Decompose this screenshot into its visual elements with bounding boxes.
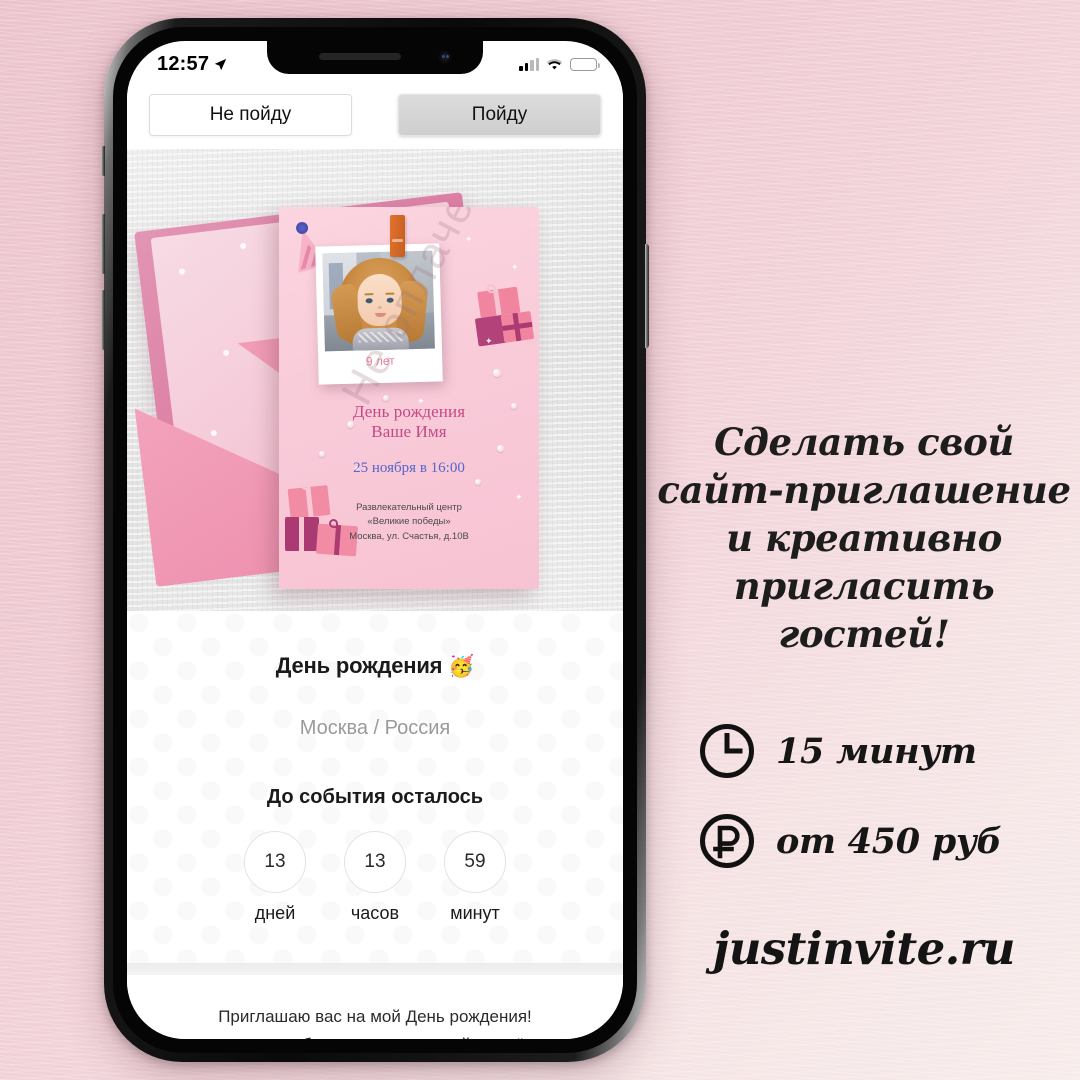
- promo-panel: Сделать свой сайт-приглашение и креативн…: [648, 0, 1080, 1080]
- countdown-item-hours: 13 часов: [341, 831, 409, 924]
- countdown-days-value: 13: [244, 831, 306, 893]
- card-title: День рождения Ваше Имя: [279, 402, 539, 441]
- promo-feature-price-text: от 450 руб: [776, 820, 1002, 862]
- earpiece-speaker: [319, 53, 401, 60]
- cellular-signal-icon: [519, 57, 539, 71]
- phone-screen: 12:57 Не пойду Пойду 9 лет ✦ ✦ ✦ ✦ ✦ ✦ Д…: [127, 41, 623, 1039]
- phone-device: 12:57 Не пойду Пойду 9 лет ✦ ✦ ✦ ✦ ✦ ✦ Д…: [101, 18, 649, 1062]
- battery-icon: [570, 57, 600, 71]
- ruble-icon: [700, 814, 754, 868]
- invitation-message-line2: С вами праздник будет ярче и веселей, а …: [161, 1031, 589, 1039]
- promo-feature-time: 15 минут: [698, 722, 977, 780]
- event-details-section: День рождения 🥳 Москва / Россия До событ…: [127, 611, 623, 963]
- promo-website-url[interactable]: justinvite.ru: [648, 922, 1080, 975]
- event-location: Москва / Россия: [299, 717, 451, 739]
- promo-headline-line4: пригласить гостей!: [733, 564, 995, 657]
- accept-button[interactable]: Пойду: [398, 94, 601, 136]
- volume-up-button[interactable]: [101, 214, 105, 274]
- invitation-message: Приглашаю вас на мой День рождения! С ва…: [127, 975, 623, 1039]
- front-camera-icon: [439, 51, 451, 63]
- card-venue: Развлекательный центр «Великие победы» М…: [279, 501, 539, 544]
- polaroid-photo-frame: 9 лет: [315, 243, 443, 385]
- countdown-hours-value: 13: [344, 831, 406, 893]
- promo-headline: Сделать свой сайт-приглашение и креативн…: [648, 418, 1080, 658]
- wifi-icon: [546, 58, 563, 69]
- card-venue-line2: «Великие победы»: [367, 516, 451, 528]
- promo-headline-line2: сайт-приглашение: [657, 468, 1071, 513]
- location-arrow-icon: [214, 58, 227, 70]
- party-face-emoji-icon: 🥳: [448, 655, 475, 678]
- invitation-hero-image: 9 лет ✦ ✦ ✦ ✦ ✦ ✦ День рождения Ваше Имя…: [127, 149, 623, 611]
- card-title-line1: День рождения: [352, 402, 466, 421]
- countdown-minutes-unit: минут: [450, 903, 500, 923]
- countdown-days-unit: дней: [254, 903, 296, 923]
- invitation-message-line1: Приглашаю вас на мой День рождения!: [218, 1007, 532, 1026]
- clock-icon: [700, 724, 754, 778]
- countdown-item-days: 13 дней: [241, 831, 309, 924]
- event-title: День рождения 🥳: [127, 653, 623, 679]
- rsvp-button-bar: Не пойду Пойду: [127, 81, 623, 149]
- status-indicators: [519, 57, 600, 71]
- countdown-minutes-value: 59: [444, 831, 506, 893]
- status-time: 12:57: [157, 52, 210, 75]
- countdown-label: До события осталось: [266, 786, 484, 808]
- promo-feature-price: от 450 руб: [698, 812, 1002, 870]
- mute-switch[interactable]: [101, 146, 105, 176]
- clothespin-icon: [390, 215, 405, 257]
- child-portrait-photo: [322, 250, 435, 352]
- section-divider: [127, 963, 623, 975]
- phone-bezel: 12:57 Не пойду Пойду 9 лет ✦ ✦ ✦ ✦ ✦ ✦ Д…: [113, 27, 637, 1053]
- card-venue-line3: Москва, ул. Счастья, д.10В: [349, 530, 469, 542]
- notch: [267, 41, 483, 74]
- countdown-row: 13 дней 13 часов 59 минут: [127, 831, 623, 924]
- decline-button[interactable]: Не пойду: [149, 94, 352, 136]
- invitation-card: 9 лет ✦ ✦ ✦ ✦ ✦ ✦ День рождения Ваше Имя…: [279, 207, 539, 589]
- event-title-text: День рождения: [275, 653, 443, 678]
- card-date: 25 ноября в 16:00: [353, 460, 465, 476]
- card-age-label: 9 лет: [365, 353, 395, 369]
- countdown-item-minutes: 59 минут: [441, 831, 509, 924]
- card-title-line2: Ваше Имя: [371, 421, 447, 441]
- countdown-hours-unit: часов: [350, 903, 400, 923]
- status-time-group: 12:57: [157, 53, 227, 76]
- promo-headline-line1: Сделать свой: [714, 420, 1014, 464]
- promo-feature-time-text: 15 минут: [776, 730, 977, 772]
- volume-down-button[interactable]: [101, 290, 105, 350]
- gift-box-group-right: [467, 281, 538, 355]
- card-venue-line1: Развлекательный центр: [356, 502, 462, 513]
- promo-headline-line3: и креативно: [726, 516, 1002, 561]
